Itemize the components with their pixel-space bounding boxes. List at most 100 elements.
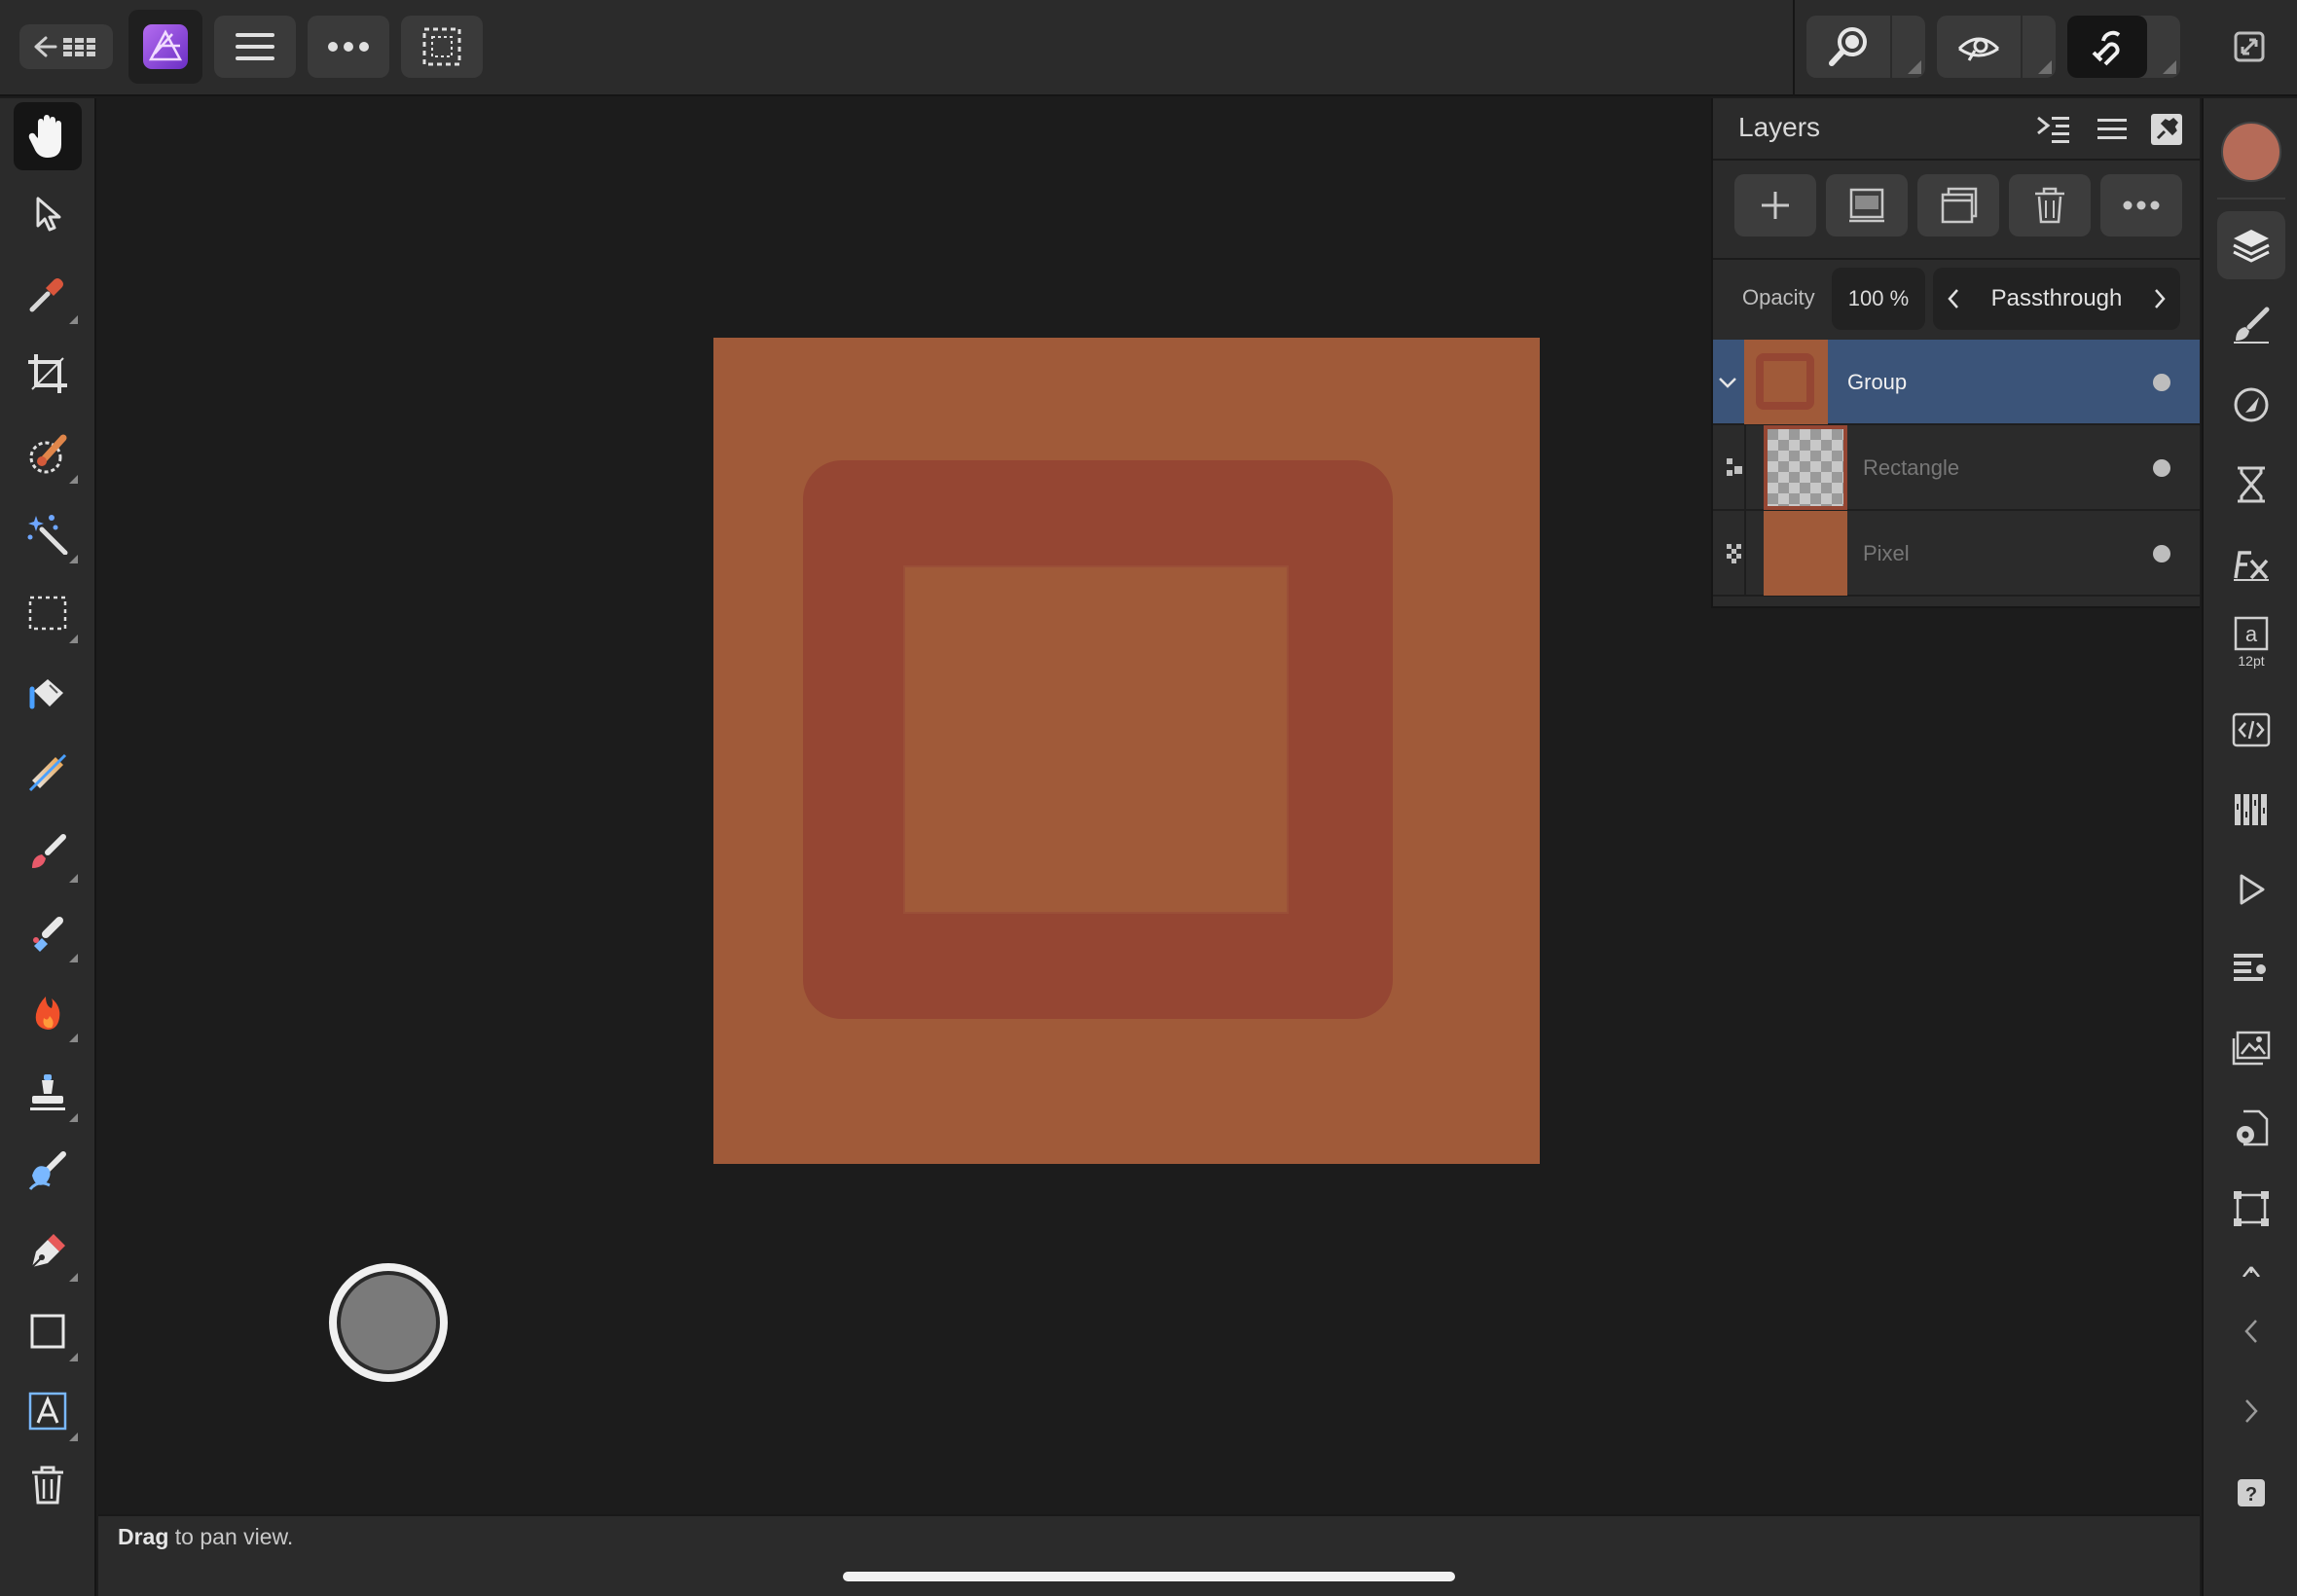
text-styles-panel-button[interactable]: a 12pt — [2217, 608, 2285, 676]
trash-icon — [32, 1466, 63, 1505]
color-picker-tool[interactable] — [14, 260, 82, 328]
main-menu-button[interactable] — [214, 16, 296, 78]
view-tool[interactable] — [14, 102, 82, 170]
transform-panel-button[interactable] — [2217, 1175, 2285, 1243]
eyedropper-icon — [29, 278, 63, 312]
selection-brush-tool[interactable] — [14, 419, 82, 488]
gradient-tool[interactable] — [14, 739, 82, 807]
paint-brush-tool[interactable] — [14, 818, 82, 887]
document-settings-button[interactable] — [2217, 1095, 2285, 1163]
rectangle-shape[interactable] — [803, 460, 1393, 1019]
effects-panel-button[interactable] — [2217, 530, 2285, 598]
selection-mode-button[interactable] — [401, 16, 483, 78]
magnet-icon — [2092, 30, 2121, 66]
panel-header-divider — [1713, 159, 2200, 161]
home-indicator[interactable] — [843, 1572, 1455, 1581]
history-panel-button[interactable] — [2217, 451, 2285, 519]
rectangular-marquee-icon — [28, 596, 67, 631]
persona-switcher-button[interactable] — [128, 10, 202, 84]
command-controller-button[interactable] — [329, 1263, 448, 1382]
hourglass-icon — [2238, 466, 2265, 503]
macro-panel-button[interactable] — [2217, 855, 2285, 924]
move-tool[interactable] — [14, 180, 82, 248]
crop-tool[interactable] — [14, 340, 82, 408]
layers-panel-button[interactable] — [2217, 211, 2285, 279]
clone-brush-tool[interactable] — [14, 1058, 82, 1126]
status-text: to pan view. — [168, 1524, 294, 1549]
erase-brush-tool[interactable] — [14, 898, 82, 966]
panel-pin-button[interactable] — [2145, 110, 2188, 149]
crop-icon — [28, 354, 67, 393]
duplicate-layer-button[interactable] — [1917, 174, 1999, 236]
library-panel-button[interactable] — [2217, 935, 2285, 1003]
layer-row-rectangle[interactable]: Rectangle — [1713, 425, 2200, 511]
toolbar-separator — [1793, 0, 1795, 96]
chevron-right-icon — [2245, 1399, 2258, 1423]
channels-bars-icon — [2235, 794, 2267, 825]
panel-title: Layers — [1738, 112, 1821, 142]
blend-mode-prev-button[interactable] — [1939, 283, 1968, 314]
text-style-icon: a — [2234, 616, 2269, 651]
layer-row-pixel[interactable]: Pixel — [1713, 511, 2200, 597]
burn-tool[interactable] — [14, 978, 82, 1046]
color-panel-button[interactable] — [2217, 118, 2285, 186]
more-options-button[interactable] — [308, 16, 389, 78]
pen-tool[interactable] — [14, 1217, 82, 1286]
panel-collapse-button[interactable] — [2032, 110, 2075, 149]
hand-icon — [28, 115, 61, 158]
rectangle-tool[interactable] — [14, 1297, 82, 1365]
studio-scroll-down-button[interactable] — [2217, 1377, 2285, 1445]
ellipsis-icon — [328, 42, 369, 52]
top-toolbar — [0, 0, 2297, 96]
add-layer-button[interactable] — [1734, 174, 1816, 236]
view-mode-button[interactable] — [1937, 16, 2056, 78]
delete-layer-button[interactable] — [2009, 174, 2091, 236]
navigator-icon — [2242, 1266, 2260, 1277]
fullscreen-button[interactable] — [2225, 16, 2274, 78]
layers-panel: Layers Opacity 100 % Passthrough Group R… — [1711, 98, 2200, 608]
document-canvas[interactable] — [713, 338, 1540, 1164]
rectangle-inner-area — [903, 565, 1289, 914]
add-pixel-layer-button[interactable] — [1826, 174, 1908, 236]
zoom-button[interactable] — [1806, 16, 1925, 78]
snapping-button[interactable] — [2067, 16, 2180, 78]
marquee-tool[interactable] — [14, 579, 82, 647]
studio-panel-bar: a 12pt ? — [2202, 98, 2297, 1596]
stock-panel-button[interactable] — [2217, 1015, 2285, 1083]
selection-brush-icon — [29, 434, 67, 474]
layer-visibility-toggle[interactable] — [2153, 374, 2170, 391]
color-swatch — [2221, 122, 2281, 182]
delete-tool[interactable] — [14, 1451, 82, 1519]
layer-more-button[interactable] — [2100, 174, 2182, 236]
channels-panel-button[interactable] — [2217, 776, 2285, 844]
studio-scroll-up-button[interactable] — [2217, 1297, 2285, 1365]
vector-layer-type-icon — [1725, 456, 1746, 485]
expand-group-button[interactable] — [1713, 340, 1742, 425]
more-studio-panels-button[interactable] — [2217, 1243, 2285, 1282]
zoom-magnifier-icon — [1829, 27, 1867, 66]
code-panel-button[interactable] — [2217, 696, 2285, 764]
arrow-pointer-icon — [36, 197, 61, 232]
layer-visibility-toggle[interactable] — [2153, 459, 2170, 477]
opacity-field[interactable]: 100 % — [1832, 268, 1925, 330]
text-tool[interactable] — [14, 1377, 82, 1445]
code-brackets-icon — [2232, 712, 2271, 747]
blend-mode-selector[interactable]: Passthrough — [1933, 268, 2180, 330]
smudge-tool[interactable] — [14, 1138, 82, 1206]
panel-menu-button[interactable] — [2091, 110, 2133, 149]
adjustments-panel-button[interactable] — [2217, 371, 2285, 439]
expand-icon — [2234, 31, 2265, 62]
layer-name: Rectangle — [1863, 455, 1960, 480]
frame-text-icon — [28, 1392, 67, 1431]
help-button[interactable]: ? — [2217, 1459, 2285, 1527]
blend-mode-next-button[interactable] — [2145, 283, 2174, 314]
back-to-documents-button[interactable] — [19, 24, 113, 69]
flood-select-tool[interactable] — [14, 499, 82, 567]
flame-icon — [35, 997, 60, 1030]
brushes-panel-button[interactable] — [2217, 291, 2285, 359]
hamburger-icon — [236, 33, 274, 60]
layer-visibility-toggle[interactable] — [2153, 545, 2170, 562]
flood-fill-tool[interactable] — [14, 659, 82, 727]
magic-wand-icon — [27, 515, 68, 555]
layer-row-group[interactable]: Group — [1713, 340, 2200, 425]
